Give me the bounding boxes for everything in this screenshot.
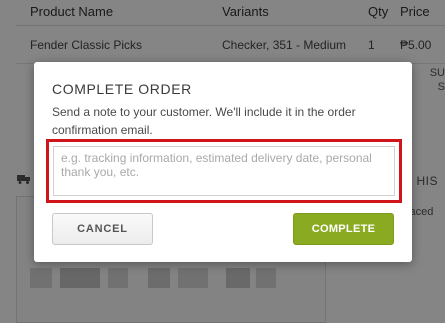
complete-button[interactable]: COMPLETE bbox=[293, 213, 394, 245]
complete-order-dialog: COMPLETE ORDER Send a note to your custo… bbox=[34, 62, 412, 262]
cancel-button[interactable]: CANCEL bbox=[52, 213, 153, 245]
customer-note-input[interactable] bbox=[53, 146, 395, 196]
dialog-description: Send a note to your customer. We'll incl… bbox=[52, 105, 356, 137]
dialog-title: COMPLETE ORDER bbox=[52, 81, 192, 97]
